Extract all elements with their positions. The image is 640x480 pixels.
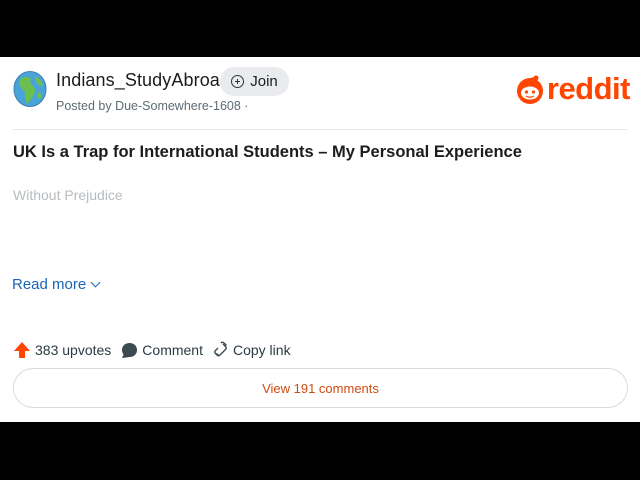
link-icon bbox=[214, 341, 227, 357]
reddit-snoo-icon bbox=[516, 75, 543, 104]
header-divider bbox=[13, 129, 627, 130]
plus-circle-icon bbox=[231, 75, 245, 88]
copy-link-label: Copy link bbox=[232, 342, 291, 358]
globe-icon[interactable] bbox=[13, 70, 47, 108]
subreddit-name[interactable]: Indians_StudyAbroad bbox=[56, 70, 230, 91]
reddit-wordmark: reddit bbox=[546, 71, 631, 106]
posted-by: Posted by Due-Somewhere-1608 · bbox=[56, 99, 249, 113]
upvote-count: 383 upvotes bbox=[35, 342, 112, 358]
comment-bubble-icon bbox=[122, 342, 138, 358]
post-title[interactable]: UK Is a Trap for International Students … bbox=[13, 143, 522, 162]
view-comments-button[interactable]: View 191 comments bbox=[13, 368, 628, 408]
comment-label: Comment bbox=[142, 342, 203, 358]
reddit-post-card: Indians_StudyAbroad Join Posted by Due-S… bbox=[0, 57, 640, 422]
post-actions: 383 upvotes Comment Copy link bbox=[13, 339, 301, 361]
join-label: Join bbox=[250, 73, 278, 90]
reddit-logo[interactable]: reddit bbox=[515, 71, 631, 107]
comment-button[interactable]: Comment bbox=[121, 342, 203, 359]
post-body-preview: Without Prejudice bbox=[13, 187, 123, 203]
read-more-link[interactable]: Read more bbox=[12, 276, 101, 293]
chevron-down-icon bbox=[90, 277, 101, 288]
upvote-arrow-icon bbox=[14, 342, 30, 358]
copy-link-button[interactable]: Copy link bbox=[213, 341, 291, 359]
upvote-button[interactable]: 383 upvotes bbox=[13, 341, 111, 359]
read-more-label: Read more bbox=[12, 276, 87, 293]
join-button[interactable]: Join bbox=[220, 67, 289, 96]
post-header: Indians_StudyAbroad Join Posted by Due-S… bbox=[13, 67, 631, 115]
